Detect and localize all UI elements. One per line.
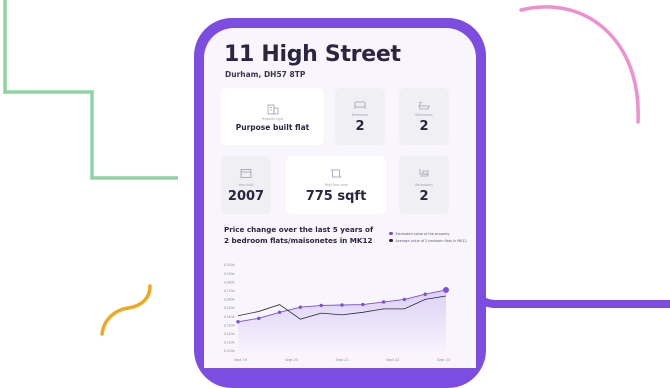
property-type-value: Purpose built flat [235, 123, 310, 132]
x-tick-label: Sept 21 [335, 358, 348, 362]
year-built-card: Year built 2007 [221, 156, 271, 214]
receptions-card: Receptions 2 [399, 156, 449, 214]
y-tick-label: £150k [224, 306, 235, 310]
x-tick-label: Sept 20 [285, 358, 298, 362]
bedrooms-card: Bedrooms 2 [335, 88, 385, 145]
bathrooms-card: Bathrooms 2 [399, 88, 449, 145]
y-tick-label: £170k [224, 289, 235, 293]
series-estimated-point [319, 303, 323, 308]
property-type-label: Property type [261, 117, 284, 121]
pink-arc-decoration [519, 5, 640, 124]
floor-area-icon [330, 169, 342, 178]
legend-item-estimated: Estimated value of the property [389, 230, 467, 237]
y-tick-label: £190k [224, 272, 235, 276]
y-tick-label: £110k [224, 341, 235, 345]
green-line-decoration [3, 0, 178, 180]
x-tick-label: Sept 22 [386, 358, 399, 362]
series-estimated-point [340, 303, 344, 307]
y-tick-label: £100k [224, 349, 235, 353]
orange-squiggle-decoration [100, 284, 152, 336]
series-estimated-area [238, 289, 446, 351]
legend-label-average: Average value of 2 bedroom flats in MK12 [395, 238, 467, 243]
series-estimated-point [381, 300, 386, 304]
series-estimated-point [277, 310, 282, 314]
legend-swatch-estimated [389, 231, 393, 236]
legend-item-average: Average value of 2 bedroom flats in MK12 [389, 237, 467, 244]
year-built-label: Year built [238, 183, 254, 187]
series-estimated-point [257, 316, 261, 321]
price-chart: £200k £190k £180k £170k £160k £150k £140k £130k… [224, 263, 450, 362]
bedrooms-value: 2 [355, 119, 365, 134]
floor-area-card: Total floor area 775 sqft [286, 156, 386, 214]
chart-legend: Estimated value of the property Average … [389, 230, 467, 244]
property-screen: 11 High Street Durham, DH57 8TP Property… [204, 28, 476, 368]
chart-title: Price change over the last 5 years of 2 … [224, 225, 374, 245]
y-tick-label: £180k [224, 280, 235, 284]
year-built-value: 2007 [227, 189, 265, 204]
y-tick-label: £200k [224, 263, 235, 267]
floor-area-value: 775 sqft [305, 189, 367, 204]
bath-icon [418, 102, 430, 110]
bedrooms-label: Bedrooms [351, 113, 369, 117]
y-tick-label: £120k [224, 332, 235, 336]
bathrooms-value: 2 [419, 119, 429, 134]
legend-swatch-average [389, 238, 393, 243]
x-tick-label: Sept 19 [234, 358, 247, 362]
floor-area-label: Total floor area [324, 183, 348, 187]
legend-label-estimated: Estimated value of the property [395, 231, 450, 236]
property-title: 11 High Street [224, 42, 401, 67]
sofa-icon [419, 169, 429, 177]
y-tick-label: £160k [224, 298, 235, 302]
receptions-label: Receptions [415, 183, 433, 187]
y-tick-label: £140k [224, 315, 235, 319]
y-tick-label: £130k [224, 323, 235, 327]
bed-icon [354, 101, 366, 109]
x-tick-label: Sept 23 [437, 358, 450, 362]
series-estimated-point [443, 286, 449, 293]
bathrooms-label: Bathrooms [415, 113, 433, 117]
series-estimated-point [402, 297, 407, 302]
series-estimated-point [298, 305, 303, 309]
series-estimated-point [236, 320, 240, 324]
receptions-value: 2 [419, 189, 429, 204]
series-estimated-point [423, 292, 427, 296]
calendar-icon [240, 169, 252, 178]
property-type-card: Property type Purpose built flat [221, 88, 324, 145]
building-icon [267, 104, 278, 115]
property-address: Durham, DH57 8TP [225, 70, 306, 79]
purple-frame-decoration [472, 260, 670, 308]
series-estimated-point [361, 302, 365, 307]
